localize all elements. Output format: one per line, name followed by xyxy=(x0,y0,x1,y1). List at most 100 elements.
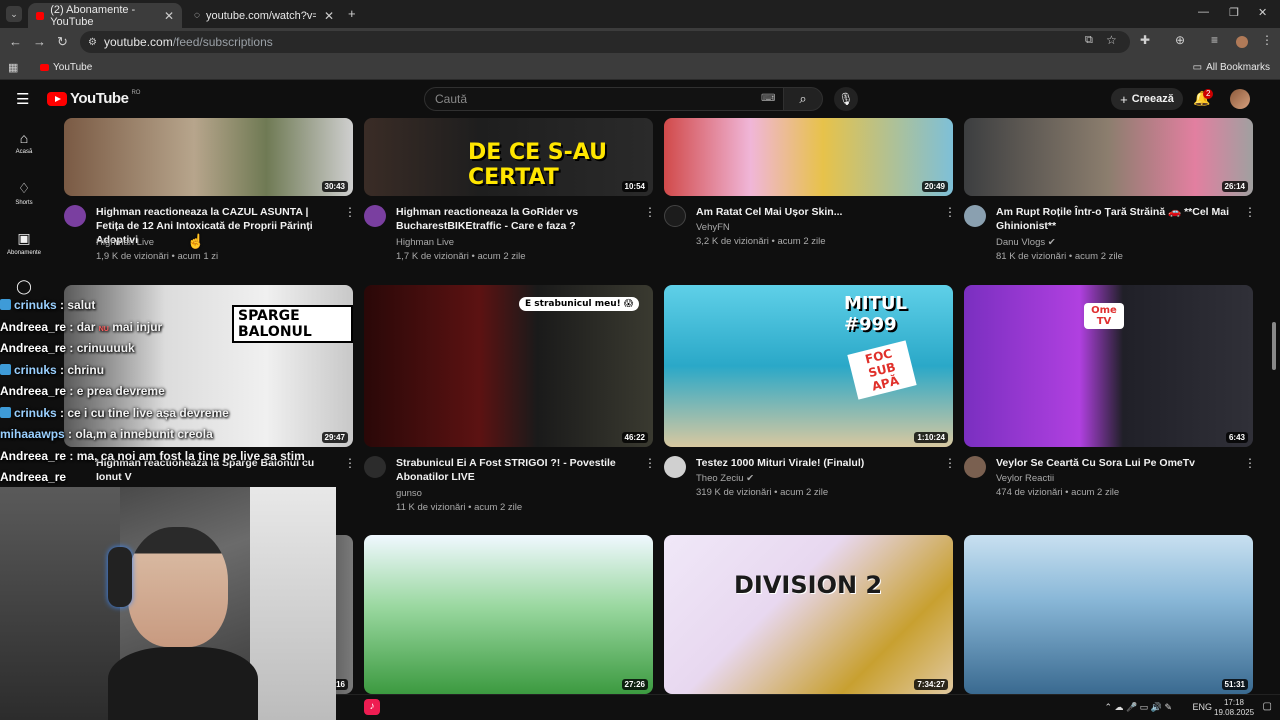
channel-name[interactable]: gunso xyxy=(396,488,422,499)
minimize-button[interactable]: — xyxy=(1198,6,1209,18)
media-control-icon[interactable]: ≡ xyxy=(1211,33,1218,47)
upload-age: acum 2 zile xyxy=(474,502,523,513)
video-title[interactable]: Veylor Se Ceartă Cu Sora Lui Pe OmeTv xyxy=(996,456,1236,470)
video-title[interactable]: Am Rupt Roțile Într-o Țară Străină 🚗 **C… xyxy=(996,205,1236,233)
extensions-icon[interactable]: ✚ xyxy=(1140,33,1150,47)
tray-icons[interactable]: ⌃ ☁ 🎤 ▭ 🔊 ✎ xyxy=(1105,702,1173,712)
tiktok-app-icon[interactable]: ♪ xyxy=(364,699,380,715)
channel-avatar[interactable] xyxy=(964,205,986,227)
bookmark-youtube[interactable]: YouTube xyxy=(40,62,92,73)
video-title[interactable]: Strabunicul Ei A Fost STRIGOI ?! - Poves… xyxy=(396,456,636,484)
reload-icon[interactable]: ↻ xyxy=(57,34,68,50)
account-avatar[interactable] xyxy=(1230,89,1250,109)
streamer-webcam xyxy=(0,487,336,720)
site-info-icon[interactable]: ⚙ xyxy=(88,37,97,48)
channel-avatar[interactable] xyxy=(64,205,86,227)
youtube-favicon-icon xyxy=(36,11,45,20)
profile-avatar[interactable] xyxy=(1236,36,1248,48)
install-app-icon[interactable]: ⧉ xyxy=(1085,34,1093,47)
all-bookmarks[interactable]: ▭ All Bookmarks xyxy=(1193,62,1270,73)
new-tab-button[interactable]: + xyxy=(348,6,356,21)
sidebar-item-shorts[interactable]: ♢ Shorts xyxy=(0,180,48,206)
video-thumbnail[interactable]: E strabunicul meu! 😱 46:22 xyxy=(364,285,653,447)
hamburger-menu-icon[interactable]: ☰ xyxy=(16,90,29,108)
notification-count-badge: 2 xyxy=(1203,89,1214,99)
video-meta: 319 K de vizionări • acum 2 zile xyxy=(696,487,829,498)
close-tab-icon[interactable]: ✕ xyxy=(164,9,174,23)
youtube-logo[interactable]: YouTube RO xyxy=(47,90,140,107)
channel-avatar[interactable] xyxy=(364,456,386,478)
tab-watch[interactable]: ◌ youtube.com/watch?v=xUsEF8... ✕ xyxy=(186,3,342,28)
more-actions-icon[interactable]: ⋮ xyxy=(344,456,356,470)
close-tab-icon[interactable]: ✕ xyxy=(324,9,334,23)
video-thumbnail[interactable]: 20:49 xyxy=(664,118,953,196)
page-scrollbar-thumb[interactable] xyxy=(1272,322,1276,370)
upload-age: acum 1 zi xyxy=(177,251,219,262)
search-input[interactable]: Caută xyxy=(424,87,784,111)
channel-avatar[interactable] xyxy=(964,456,986,478)
channel-avatar[interactable] xyxy=(364,205,386,227)
more-actions-icon[interactable]: ⋮ xyxy=(644,456,656,470)
channel-name[interactable]: Highman Live xyxy=(96,237,154,248)
video-thumbnail[interactable]: DIVISION 2 7:34:27 xyxy=(664,535,953,694)
more-actions-icon[interactable]: ⋮ xyxy=(344,205,356,219)
sidebar-item-label: Abonamente xyxy=(6,250,42,256)
tab-search-icon[interactable]: ⌄ xyxy=(6,6,22,22)
profile-switch-icon[interactable]: ⊕ xyxy=(1175,33,1185,47)
back-icon[interactable]: ← xyxy=(9,34,22,49)
upload-age: acum 2 zile xyxy=(1074,251,1123,262)
url-host: youtube.com xyxy=(104,35,173,49)
video-thumbnail[interactable]: 30:43 xyxy=(64,118,353,196)
channel-name[interactable]: VehyFN xyxy=(696,222,730,233)
channel-name[interactable]: Danu Vlogs ✔ xyxy=(996,237,1056,248)
search-button[interactable]: ⌕ xyxy=(783,87,823,111)
address-bar[interactable]: ⚙ youtube.com/feed/subscriptions xyxy=(80,31,1130,53)
chat-message: crinuks : salut xyxy=(0,295,340,317)
more-actions-icon[interactable]: ⋮ xyxy=(1244,456,1256,470)
restore-button[interactable]: ❐ xyxy=(1229,6,1239,19)
video-thumbnail[interactable]: MITUL #999 FOC SUB APĂ 1:10:24 xyxy=(664,285,953,447)
channel-name[interactable]: Highman Live xyxy=(396,237,454,248)
voice-search-button[interactable]: 🎙 xyxy=(834,87,858,111)
input-language[interactable]: ENG xyxy=(1192,702,1212,712)
more-actions-icon[interactable]: ⋮ xyxy=(944,456,956,470)
video-title[interactable]: Am Ratat Cel Mai Ușor Skin... xyxy=(696,205,936,219)
tab-subscriptions[interactable]: (2) Abonamente - YouTube ✕ xyxy=(28,3,182,28)
channel-name[interactable]: Theo Zeciu ✔ xyxy=(696,473,754,484)
keyboard-icon[interactable]: ⌨ xyxy=(761,93,775,104)
more-actions-icon[interactable]: ⋮ xyxy=(1244,205,1256,219)
more-actions-icon[interactable]: ⋮ xyxy=(944,205,956,219)
video-thumbnail[interactable]: 27:26 xyxy=(364,535,653,694)
forward-icon[interactable]: → xyxy=(33,34,46,49)
video-thumbnail[interactable]: Ome TV 6:43 xyxy=(964,285,1253,447)
video-title[interactable]: Highman reactioneaza la GoRider vs Bucha… xyxy=(396,205,636,233)
more-actions-icon[interactable]: ⋮ xyxy=(644,205,656,219)
bookmark-star-icon[interactable]: ☆ xyxy=(1106,33,1117,47)
video-duration: 10:54 xyxy=(621,181,648,192)
channel-avatar[interactable] xyxy=(664,205,686,227)
clock[interactable]: 17:18 19.08.2025 xyxy=(1214,698,1254,718)
channel-name[interactable]: Veylor Reactii xyxy=(996,473,1054,484)
create-button[interactable]: + Creează xyxy=(1111,88,1183,110)
video-thumbnail[interactable]: 26:14 xyxy=(964,118,1253,196)
video-duration: 1:10:24 xyxy=(914,432,948,443)
sidebar-item-home[interactable]: ⌂ Acasă xyxy=(0,130,48,155)
notification-center-icon[interactable]: ▢ xyxy=(1263,702,1272,712)
sidebar-item-subscriptions[interactable]: ▣ Abonamente xyxy=(0,230,48,256)
channel-avatar[interactable] xyxy=(664,456,686,478)
bookmark-label: YouTube xyxy=(53,62,93,73)
youtube-favicon-icon xyxy=(40,64,49,71)
channel-label: Danu Vlogs xyxy=(996,237,1046,248)
chat-text: : ola,m a innebunit creola xyxy=(68,427,213,441)
menu-dots-icon[interactable]: ⋮ xyxy=(1261,33,1273,47)
apps-grid-icon[interactable]: ▦ xyxy=(8,61,18,74)
video-thumbnail[interactable]: DE CE S-AU CERTAT 10:54 xyxy=(364,118,653,196)
headphone-icon xyxy=(108,547,132,607)
close-window-button[interactable]: ✕ xyxy=(1258,6,1267,19)
video-thumbnail[interactable]: 51:31 xyxy=(964,535,1253,694)
video-meta: 1,9 K de vizionări • acum 1 zi xyxy=(96,251,219,262)
video-title[interactable]: Testez 1000 Mituri Virale! (Finalul) xyxy=(696,456,936,470)
chat-message: crinuks : chrinu xyxy=(0,360,340,382)
video-meta: 1,7 K de vizionări • acum 2 zile xyxy=(396,251,526,262)
browser-tab-bar: ⌄ (2) Abonamente - YouTube ✕ ◌ youtube.c… xyxy=(0,0,1280,28)
